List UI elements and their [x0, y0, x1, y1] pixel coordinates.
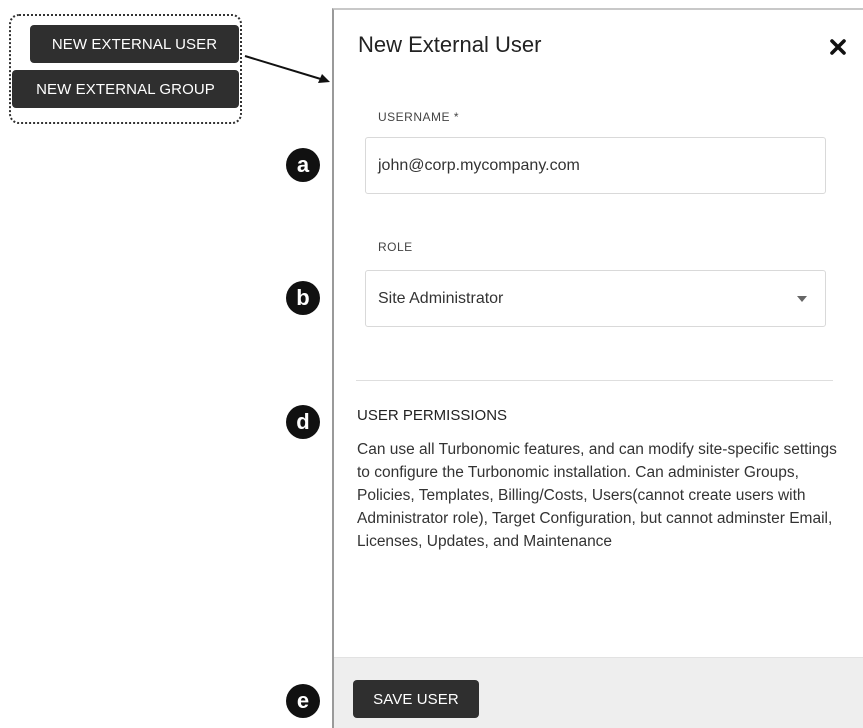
username-input[interactable]: john@corp.mycompany.com [365, 137, 826, 194]
close-icon[interactable] [827, 36, 849, 58]
role-label: ROLE [378, 240, 413, 254]
chevron-down-icon[interactable] [797, 295, 807, 302]
username-label: USERNAME * [378, 110, 460, 124]
role-selected-value: Site Administrator [378, 289, 504, 307]
section-divider [356, 380, 833, 381]
user-permissions-title: USER PERMISSIONS [357, 407, 508, 424]
marker-d: d [286, 405, 320, 439]
pointer-arrow [244, 55, 330, 83]
new-external-group-button[interactable]: NEW EXTERNAL GROUP [12, 70, 239, 108]
save-user-button[interactable]: SAVE USER [353, 680, 479, 718]
username-value: john@corp.mycompany.com [378, 156, 580, 174]
role-select[interactable]: Site Administrator [365, 270, 826, 327]
new-external-user-dialog: New External User USERNAME * john@corp.m… [332, 8, 863, 728]
marker-b: b [286, 281, 320, 315]
new-external-user-button[interactable]: NEW EXTERNAL USER [30, 25, 239, 63]
dialog-footer: SAVE USER [334, 657, 863, 728]
marker-e: e [286, 684, 320, 718]
user-permissions-description: Can use all Turbonomic features, and can… [357, 441, 837, 550]
marker-a: a [286, 148, 320, 182]
dialog-title: New External User [358, 32, 542, 57]
